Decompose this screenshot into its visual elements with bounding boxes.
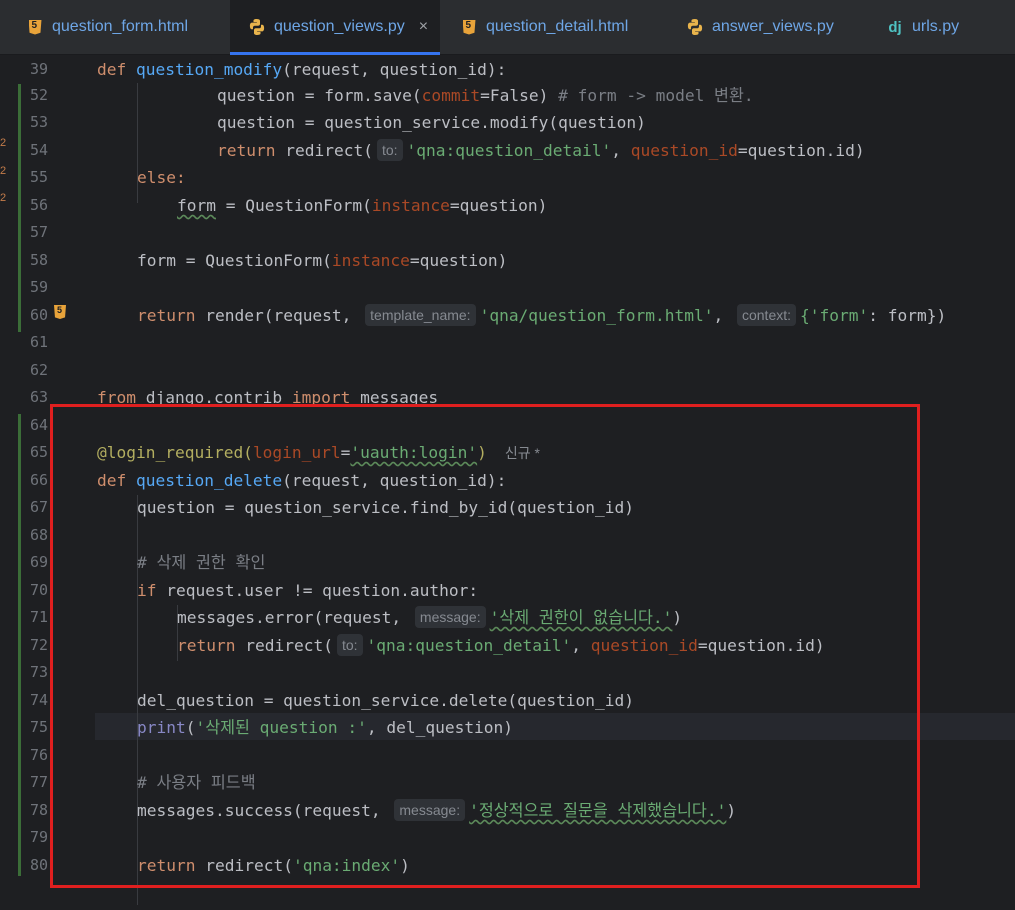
line-number-gutter: 2 2 2 39 52 53 54 55 56 57 58 59 60 61 62 63 64 65 66 67…: [0, 55, 95, 910]
line-number: 52: [29, 86, 48, 104]
line-number: 75: [29, 718, 48, 736]
close-icon[interactable]: ×: [419, 18, 428, 36]
line-number: 65: [29, 443, 48, 461]
line-number: 64: [29, 416, 48, 434]
line-number: 68: [29, 526, 48, 544]
tab-question-form-html[interactable]: 5 question_form.html: [8, 0, 248, 54]
line-number: 70: [29, 581, 48, 599]
code-line-78: messages.success(request, message: '정상적으로…: [137, 799, 737, 821]
python-icon: [248, 18, 266, 36]
code-line-74: del_question = question_service.delete(q…: [137, 691, 635, 710]
new-badge: 신규 *: [504, 445, 540, 461]
tab-label: question_detail.html: [486, 18, 629, 35]
gutter-mark: 2: [0, 192, 7, 204]
code-line-72: return redirect(to:'qna:question_detail'…: [177, 634, 825, 656]
line-number: 71: [29, 608, 48, 626]
code-line-63: from django.contrib import messages: [97, 388, 439, 407]
code-editor[interactable]: def question_modify(request, question_id…: [97, 55, 1015, 910]
code-line-54: return redirect(to:'qna:question_detail'…: [217, 139, 865, 161]
html5-icon[interactable]: 5: [54, 304, 66, 323]
line-number: 67: [29, 498, 48, 516]
line-number: 72: [29, 636, 48, 654]
editor-tab-bar: 5 question_form.html question_views.py ×…: [0, 0, 1015, 55]
tab-label: question_form.html: [52, 18, 189, 35]
python-icon: [686, 18, 704, 36]
line-number: 58: [29, 251, 48, 269]
line-number: 57: [29, 223, 48, 241]
line-number: 62: [29, 361, 48, 379]
line-number: 59: [29, 278, 48, 296]
line-number: 55: [29, 168, 48, 186]
code-line-53: question = question_service.modify(quest…: [217, 113, 646, 132]
line-number: 74: [29, 691, 48, 709]
code-line-71: messages.error(request, message: '삭제 권한이 …: [177, 606, 683, 628]
tab-answer-views-py[interactable]: answer_views.py: [670, 0, 886, 54]
code-line-67: question = question_service.find_by_id(q…: [137, 498, 635, 517]
code-line-80: return redirect('qna:index'): [137, 856, 410, 875]
vcs-change-marker: [18, 84, 21, 332]
line-number: 80: [29, 856, 48, 874]
tab-question-views-py[interactable]: question_views.py ×: [230, 0, 440, 55]
code-line-58: form = QuestionForm(instance=question): [137, 251, 508, 270]
parameter-hint: message:: [414, 606, 486, 628]
django-icon: dj: [888, 18, 902, 36]
code-line-52: question = form.save(commit=False) # for…: [217, 86, 754, 105]
code-line-60: return render(request, template_name:'qn…: [137, 304, 947, 326]
gutter-mark: 2: [0, 137, 7, 149]
line-number: 78: [29, 801, 48, 819]
code-line-70: if request.user != question.author:: [137, 581, 479, 600]
line-number: 39: [29, 60, 48, 78]
line-number: 63: [29, 388, 48, 406]
parameter-hint: message:: [394, 799, 466, 821]
code-line-75: print('삭제된 question :', del_question): [137, 718, 514, 737]
parameter-hint: context:: [736, 304, 797, 326]
code-line-55: else:: [137, 168, 186, 187]
code-line-39: def question_modify(request, question_id…: [97, 60, 507, 79]
line-number: 56: [29, 196, 48, 214]
tab-urls-py[interactable]: dj urls.py: [870, 0, 1015, 54]
code-line-56: form = QuestionForm(instance=question): [177, 196, 548, 215]
line-number: 73: [29, 663, 48, 681]
line-number: 53: [29, 113, 48, 131]
line-number: 79: [29, 828, 48, 846]
gutter-mark: 2: [0, 165, 7, 177]
parameter-hint: to:: [376, 139, 403, 161]
parameter-hint: to:: [336, 634, 363, 656]
code-line-77: # 사용자 피드백: [137, 773, 256, 792]
code-line-66: def question_delete(request, question_id…: [97, 471, 507, 490]
line-number: 61: [29, 333, 48, 351]
tab-label: question_views.py: [274, 18, 405, 35]
vcs-change-marker: [18, 414, 21, 876]
line-number: 77: [29, 773, 48, 791]
tab-label: answer_views.py: [712, 18, 834, 35]
tab-question-detail-html[interactable]: 5 question_detail.html: [440, 0, 690, 54]
line-number: 76: [29, 746, 48, 764]
line-number: 66: [29, 471, 48, 489]
html5-icon: 5: [26, 18, 44, 36]
line-number: 54: [29, 141, 48, 159]
html5-icon: 5: [460, 18, 478, 36]
line-number: 60: [29, 306, 48, 324]
code-line-69: # 삭제 권한 확인: [137, 553, 266, 572]
code-line-65: @login_required(login_url='uauth:login')…: [97, 443, 540, 462]
parameter-hint: template_name:: [365, 304, 476, 326]
tab-label: urls.py: [912, 18, 960, 35]
line-number: 69: [29, 553, 48, 571]
